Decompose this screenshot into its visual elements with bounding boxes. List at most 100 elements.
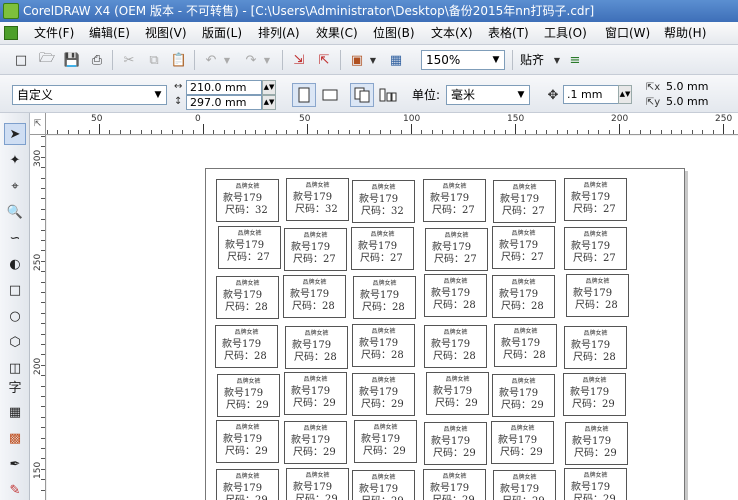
menu-layout[interactable]: 版面(L) bbox=[202, 22, 242, 45]
horizontal-ruler[interactable]: 50 0 50 100 150 200 250 bbox=[46, 113, 738, 135]
nudge-spinner[interactable]: ▲▼ bbox=[618, 85, 632, 104]
import-icon[interactable]: ⇲ bbox=[290, 51, 308, 69]
width-spinner[interactable]: ▲▼ bbox=[262, 80, 276, 95]
smart-fill-tool-icon[interactable]: ◐ bbox=[4, 253, 26, 275]
label-tag[interactable]: 品牌女裤 款号179 尺码：28 bbox=[352, 324, 415, 367]
label-tag[interactable]: 品牌女裤 款号179 尺码：27 bbox=[492, 226, 555, 269]
label-tag[interactable]: 品牌女裤 款号179 尺码：28 bbox=[353, 276, 416, 319]
label-tag[interactable]: 品牌女裤 款号179 尺码：32 bbox=[352, 180, 415, 223]
snap-dropdown-icon[interactable]: ▼ bbox=[548, 51, 566, 69]
chevron-down-icon[interactable]: ▼ bbox=[150, 86, 166, 104]
text-tool-icon[interactable]: 字 bbox=[4, 375, 26, 397]
open-folder-icon[interactable]: 🗁 bbox=[38, 51, 56, 69]
label-tag[interactable]: 品牌女裤 款号179 尺码：28 bbox=[424, 325, 487, 368]
label-tag[interactable]: 品牌女裤款号179尺码：29 bbox=[354, 420, 417, 463]
menu-bitmaps[interactable]: 位图(B) bbox=[373, 22, 415, 45]
menu-text[interactable]: 文本(X) bbox=[431, 22, 473, 45]
document-icon[interactable] bbox=[4, 26, 18, 40]
label-tag[interactable]: 品牌女裤款号179尺码：29 bbox=[493, 470, 556, 500]
ellipse-tool-icon[interactable]: ○ bbox=[4, 305, 26, 327]
portrait-button[interactable] bbox=[292, 83, 316, 107]
menu-help[interactable]: 帮助(H) bbox=[664, 22, 706, 45]
menu-window[interactable]: 窗口(W) bbox=[605, 22, 650, 45]
rectangle-tool-icon[interactable]: □ bbox=[4, 279, 26, 301]
eyedropper-tool-icon[interactable]: ✒ bbox=[4, 453, 26, 475]
undo-dropdown-icon[interactable]: ▼ bbox=[218, 51, 236, 69]
label-tag[interactable]: 品牌女裤款号179尺码：29 bbox=[492, 374, 555, 417]
nudge-distance-field[interactable]: .1 mm bbox=[563, 85, 621, 104]
menu-tools[interactable]: 工具(O) bbox=[544, 22, 587, 45]
menu-arrange[interactable]: 排列(A) bbox=[258, 22, 300, 45]
label-tag[interactable]: 品牌女裤 款号179 尺码：28 bbox=[566, 274, 629, 317]
paper-preset-select[interactable]: 自定义 ▼ bbox=[12, 85, 167, 105]
page-height-field[interactable]: 297.0 mm bbox=[186, 95, 262, 110]
chevron-down-icon[interactable]: ▼ bbox=[513, 86, 529, 104]
label-tag[interactable]: 品牌女裤 款号179 尺码：27 bbox=[564, 227, 627, 270]
label-tag[interactable]: 品牌女裤 款号179 尺码：27 bbox=[493, 180, 556, 223]
label-tag[interactable]: 品牌女裤款号179尺码：29 bbox=[352, 373, 415, 416]
drawing-canvas[interactable]: 品牌女裤 款号179 尺码：32 品牌女裤 款号179 尺码：32 品牌女裤 款号179 尺码：… bbox=[47, 136, 738, 500]
label-tag[interactable]: 品牌女裤款号179尺码：29 bbox=[284, 421, 347, 464]
label-tag[interactable]: 品牌女裤 款号179 尺码：32 bbox=[286, 178, 349, 221]
height-spinner[interactable]: ▲▼ bbox=[262, 95, 276, 110]
zoom-tool-icon[interactable]: 🔍 bbox=[4, 201, 26, 223]
label-tag[interactable]: 品牌女裤款号179尺码：29 bbox=[491, 421, 554, 464]
cut-icon[interactable]: ✂ bbox=[120, 51, 138, 69]
label-tag[interactable]: 品牌女裤 款号179 尺码：27 bbox=[425, 228, 488, 271]
paste-icon[interactable]: 📋 bbox=[170, 51, 188, 69]
label-tag[interactable]: 品牌女裤 款号179 尺码：27 bbox=[564, 178, 627, 221]
vertical-ruler[interactable]: 300 250 200 150 bbox=[30, 135, 46, 500]
chevron-down-icon[interactable]: ▼ bbox=[488, 51, 504, 69]
zoom-level-select[interactable]: 150% ▼ bbox=[421, 50, 505, 70]
new-document-icon[interactable]: □ bbox=[12, 51, 30, 69]
label-tag[interactable]: 品牌女裤款号179尺码：29 bbox=[286, 468, 349, 500]
label-tag[interactable]: 品牌女裤款号179尺码：29 bbox=[424, 422, 487, 465]
document-page[interactable]: 品牌女裤 款号179 尺码：32 品牌女裤 款号179 尺码：32 品牌女裤 款号179 尺码：… bbox=[205, 168, 685, 500]
label-tag[interactable]: 品牌女裤 款号179 尺码：28 bbox=[283, 275, 346, 318]
label-tag[interactable]: 品牌女裤款号179尺码：29 bbox=[564, 468, 627, 500]
label-tag[interactable]: 品牌女裤 款号179 尺码：28 bbox=[424, 274, 487, 317]
label-tag[interactable]: 品牌女裤款号179尺码：29 bbox=[216, 469, 279, 500]
label-tag[interactable]: 品牌女裤款号179尺码：29 bbox=[217, 374, 280, 417]
print-icon[interactable]: ⎙ bbox=[88, 51, 106, 69]
ruler-origin[interactable]: ⇱ bbox=[30, 113, 46, 135]
label-tag[interactable]: 品牌女裤 款号179 尺码：27 bbox=[423, 179, 486, 222]
outline-tool-icon[interactable]: ✎ bbox=[4, 479, 26, 500]
label-tag[interactable]: 品牌女裤 款号179 尺码：27 bbox=[218, 226, 281, 269]
label-tag[interactable]: 品牌女裤款号179尺码：29 bbox=[423, 469, 486, 500]
label-tag[interactable]: 品牌女裤款号179尺码：29 bbox=[426, 372, 489, 415]
menu-view[interactable]: 视图(V) bbox=[145, 22, 187, 45]
options-icon[interactable]: ≡ bbox=[566, 51, 584, 69]
launcher-dropdown-icon[interactable]: ▼ bbox=[364, 51, 382, 69]
coreldraw-app-icon[interactable] bbox=[3, 3, 19, 19]
label-tag[interactable]: 品牌女裤款号179尺码：29 bbox=[352, 470, 415, 500]
label-tag[interactable]: 品牌女裤 款号179 尺码：28 bbox=[564, 326, 627, 369]
label-tag[interactable]: 品牌女裤款号179尺码：29 bbox=[216, 420, 279, 463]
shape-tool-icon[interactable]: ✦ bbox=[4, 149, 26, 171]
redo-dropdown-icon[interactable]: ▼ bbox=[258, 51, 276, 69]
label-tag[interactable]: 品牌女裤 款号179 尺码：28 bbox=[216, 276, 279, 319]
copy-icon[interactable]: ⧉ bbox=[145, 51, 163, 69]
label-tag[interactable]: 品牌女裤 款号179 尺码：27 bbox=[284, 228, 347, 271]
label-tag[interactable]: 品牌女裤 款号179 尺码：28 bbox=[494, 324, 557, 367]
page-width-field[interactable]: 210.0 mm bbox=[186, 80, 262, 95]
label-tag[interactable]: 品牌女裤款号179尺码：29 bbox=[565, 422, 628, 465]
current-page-button[interactable] bbox=[376, 83, 400, 107]
label-tag[interactable]: 品牌女裤 款号179 尺码：28 bbox=[285, 326, 348, 369]
export-icon[interactable]: ⇱ bbox=[315, 51, 333, 69]
freehand-tool-icon[interactable]: ∽ bbox=[4, 227, 26, 249]
snap-to-button[interactable]: 贴齐 bbox=[520, 51, 544, 69]
polygon-tool-icon[interactable]: ⬡ bbox=[4, 331, 26, 353]
units-select[interactable]: 毫米 ▼ bbox=[446, 85, 530, 105]
save-icon[interactable]: 💾 bbox=[63, 51, 81, 69]
table-tool-icon[interactable]: ▦ bbox=[4, 401, 26, 423]
label-tag[interactable]: 品牌女裤 款号179 尺码：28 bbox=[492, 275, 555, 318]
label-tag[interactable]: 品牌女裤款号179尺码：29 bbox=[563, 373, 626, 416]
pick-tool-icon[interactable]: ➤ bbox=[4, 123, 26, 145]
welcome-screen-icon[interactable]: ▦ bbox=[387, 51, 405, 69]
crop-tool-icon[interactable]: ⌖ bbox=[4, 175, 26, 197]
menu-effects[interactable]: 效果(C) bbox=[316, 22, 358, 45]
interactive-blend-tool-icon[interactable]: ▩ bbox=[4, 427, 26, 449]
all-pages-button[interactable] bbox=[350, 83, 374, 107]
label-tag[interactable]: 品牌女裤 款号179 尺码：28 bbox=[215, 325, 278, 368]
